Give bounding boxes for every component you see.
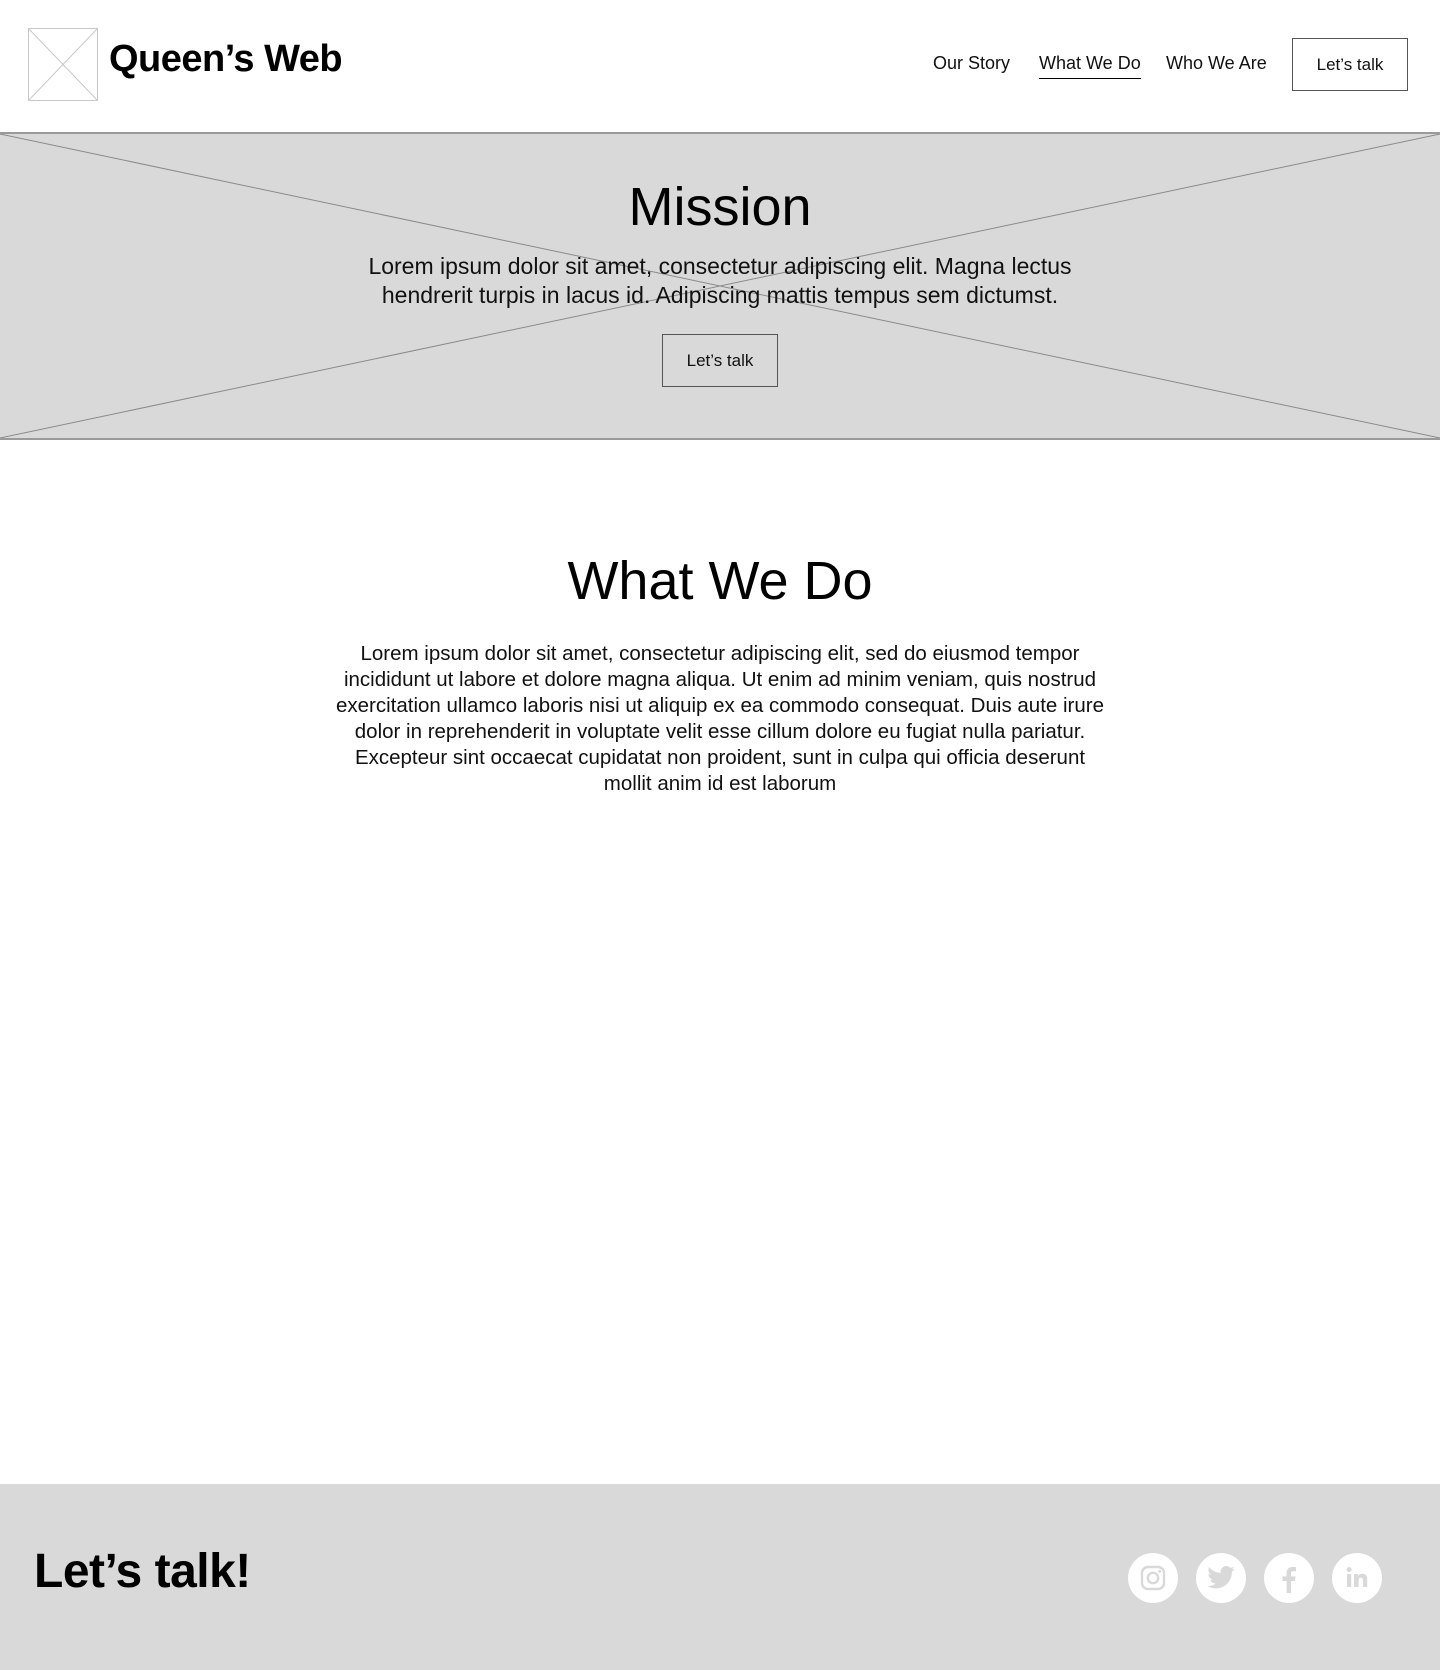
mission-hero: Mission Lorem ipsum dolor sit amet, cons… — [0, 132, 1440, 440]
brand-name[interactable]: Queen’s Web — [109, 38, 343, 81]
footer-title: Let’s talk! — [34, 1545, 251, 1598]
what-we-do-text: Lorem ipsum dolor sit amet, consectetur … — [335, 642, 1104, 795]
linkedin-icon[interactable] — [1332, 1553, 1382, 1603]
site-header: Queen’s Web Our Story What We Do Who We … — [0, 0, 1440, 132]
mission-title: Mission — [628, 177, 812, 237]
nav-link-who-we-are[interactable]: Who We Are — [1166, 53, 1267, 79]
nav-link-our-story[interactable]: Our Story — [933, 53, 1010, 79]
hero-lets-talk-button[interactable]: Let’s talk — [662, 334, 778, 387]
logo-placeholder-image[interactable] — [28, 28, 98, 101]
nav-link-what-we-do[interactable]: What We Do — [1039, 53, 1141, 79]
image-placeholder-icon — [29, 29, 97, 100]
mission-text: Lorem ipsum dolor sit amet, consectetur … — [368, 253, 1072, 308]
header-lets-talk-button[interactable]: Let’s talk — [1292, 38, 1408, 91]
instagram-icon[interactable] — [1128, 1553, 1178, 1603]
site-footer: Let’s talk! — [0, 1484, 1440, 1670]
twitter-icon[interactable] — [1196, 1553, 1246, 1603]
what-we-do-title: What We Do — [567, 551, 873, 611]
facebook-icon[interactable] — [1264, 1553, 1314, 1603]
